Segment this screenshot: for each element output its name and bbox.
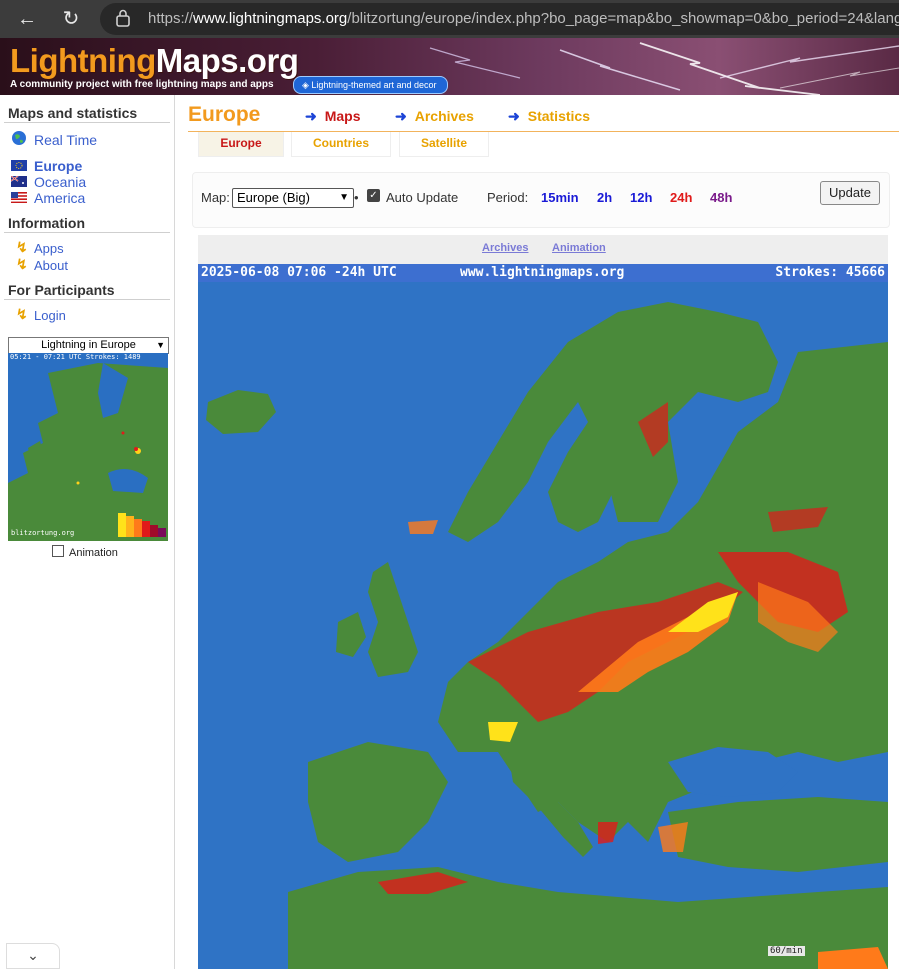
eu-flag-icon xyxy=(11,160,27,171)
usa-flag-icon xyxy=(11,192,27,203)
browser-toolbar: ← ↻ https://www.lightningmaps.org/blitzo… xyxy=(0,0,899,38)
divider xyxy=(4,122,170,123)
sidebar: Maps and statistics Real Time Europe Oce… xyxy=(0,95,175,969)
map-select[interactable]: Europe (Big) ▼ xyxy=(232,188,354,208)
subtab-satellite[interactable]: Satellite xyxy=(399,132,489,157)
mini-map-graphic xyxy=(8,353,168,541)
tab-maps[interactable]: ➜ Maps xyxy=(305,108,361,125)
address-bar[interactable]: https://www.lightningmaps.org/blitzortun… xyxy=(100,3,899,35)
period-2h[interactable]: 2h xyxy=(597,190,612,205)
map-archives-link[interactable]: Archives xyxy=(482,242,528,254)
art-decor-link[interactable]: ◈ Lightning-themed art and decor xyxy=(293,76,448,94)
site-logo[interactable]: LightningMaps.org xyxy=(10,42,299,80)
sidebar-item-america[interactable]: America xyxy=(34,190,85,206)
map-stroke-count: Strokes: 45666 xyxy=(775,265,885,280)
tab-archives[interactable]: ➜ Archives xyxy=(395,108,474,125)
subtab-europe[interactable]: Europe xyxy=(198,132,284,157)
lock-icon xyxy=(116,9,130,27)
page-title: Europe xyxy=(188,103,261,126)
bullet-separator: • xyxy=(354,190,359,205)
participants-heading: For Participants xyxy=(8,282,115,298)
bolt-icon: ↯ xyxy=(16,256,28,272)
arrow-right-icon: ➜ xyxy=(305,108,317,124)
reload-icon[interactable]: ↻ xyxy=(58,6,84,32)
australia-flag-icon xyxy=(11,176,27,187)
mini-map-header: 05:21 - 07:21 UTC Strokes: 1489 xyxy=(10,353,141,361)
map-site-label: www.lightningmaps.org xyxy=(460,265,625,280)
sidebar-item-apps[interactable]: Apps xyxy=(34,241,64,256)
site-banner: LightningMaps.org A community project wi… xyxy=(0,38,899,95)
period-24h[interactable]: 24h xyxy=(670,190,692,205)
bolt-icon: ↯ xyxy=(16,239,28,255)
mini-animation-toggle[interactable]: Animation xyxy=(52,545,118,559)
lightning-map[interactable] xyxy=(198,282,888,969)
period-15min[interactable]: 15min xyxy=(541,190,579,205)
back-arrow-icon[interactable]: ← xyxy=(14,6,40,32)
period-12h[interactable]: 12h xyxy=(630,190,652,205)
auto-update-checkbox[interactable]: ✓ xyxy=(367,189,380,202)
maps-heading: Maps and statistics xyxy=(8,105,138,121)
arrow-right-icon: ➜ xyxy=(395,108,407,124)
bolt-icon: ↯ xyxy=(16,306,28,322)
map-timestamp: 2025-06-08 07:06 -24h UTC xyxy=(201,265,397,280)
arrow-right-icon: ➜ xyxy=(508,108,520,124)
map-label: Map: xyxy=(201,190,230,205)
map-scale-label: 60/min xyxy=(768,946,805,956)
collapse-chevron-button[interactable]: ⌄ xyxy=(6,943,60,969)
map-header-bar: 2025-06-08 07:06 -24h UTC www.lightningm… xyxy=(198,264,888,282)
globe-icon xyxy=(12,131,26,145)
tab-statistics[interactable]: ➜ Statistics xyxy=(508,108,590,125)
mini-lightning-map[interactable]: 05:21 - 07:21 UTC Strokes: 1489 blitzort… xyxy=(8,353,168,541)
information-heading: Information xyxy=(8,215,85,231)
sidebar-item-about[interactable]: About xyxy=(34,258,68,273)
period-48h[interactable]: 48h xyxy=(710,190,732,205)
mini-map-credit: blitzortung.org xyxy=(11,529,75,537)
divider xyxy=(4,299,170,300)
site-tagline: A community project with free lightning … xyxy=(10,79,274,90)
divider xyxy=(4,232,170,233)
chevron-down-icon: ▼ xyxy=(339,192,349,203)
sidebar-item-login[interactable]: Login xyxy=(34,308,66,323)
sidebar-item-real-time[interactable]: Real Time xyxy=(34,132,97,148)
mini-map-select[interactable]: Lightning in Europe ▼ xyxy=(8,337,169,354)
chevron-down-icon: ▼ xyxy=(156,340,165,350)
sidebar-item-oceania[interactable]: Oceania xyxy=(34,174,86,190)
subtab-countries[interactable]: Countries xyxy=(291,132,391,157)
update-button[interactable]: Update xyxy=(820,181,880,205)
period-label: Period: xyxy=(487,190,529,205)
auto-update-label: Auto Update xyxy=(386,190,459,205)
animation-checkbox[interactable] xyxy=(52,545,64,557)
url-text: https://www.lightningmaps.org/blitzortun… xyxy=(148,10,899,27)
map-animation-link[interactable]: Animation xyxy=(552,242,606,254)
sidebar-item-europe[interactable]: Europe xyxy=(34,158,82,174)
europe-map-graphic xyxy=(198,282,888,969)
